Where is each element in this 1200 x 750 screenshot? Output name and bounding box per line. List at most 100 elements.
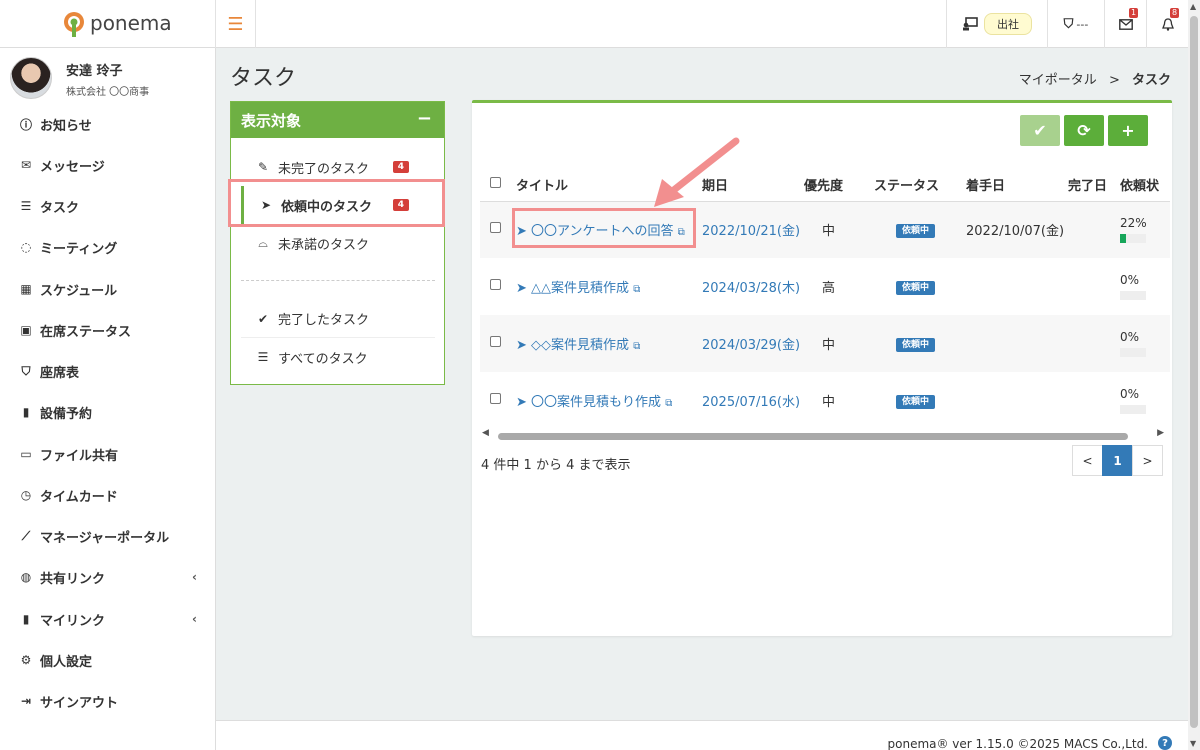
scroll-up-icon[interactable]: ▲ (1190, 2, 1196, 11)
scrollbar-thumb[interactable] (498, 433, 1128, 440)
globe-icon: ◍ (20, 570, 32, 584)
vertical-scrollbar[interactable]: ▲ ▼ (1188, 0, 1200, 750)
sidebar-item-schedule[interactable]: ▦ スケジュール (0, 269, 216, 309)
task-due-link[interactable]: 2024/03/29(金) (702, 315, 804, 372)
scrollbar-thumb[interactable] (1190, 16, 1198, 728)
sidebar-item-timecard[interactable]: ◷ タイムカード (0, 475, 216, 515)
sidebar-item-presence[interactable]: ▣ 在席ステータス (0, 310, 216, 350)
sidebar-item-label: 在席ステータス (40, 324, 132, 340)
column-header-priority[interactable]: 優先度 (804, 169, 874, 202)
chevron-left-icon: ‹ (192, 612, 197, 626)
row-checkbox[interactable] (490, 222, 501, 234)
task-title-link[interactable]: △△案件見積作成 (531, 281, 629, 296)
progress-cell: 0% (1120, 372, 1170, 429)
scroll-right-icon[interactable]: ▶ (1157, 428, 1164, 438)
pencil-icon: ✎ (257, 160, 269, 174)
filter-title: 表示対象 (241, 111, 302, 130)
collapse-button[interactable]: − (417, 108, 432, 129)
external-link-icon[interactable]: ⧉ (633, 284, 640, 295)
sidebar-item-label: タイムカード (40, 489, 118, 505)
chevron-left-icon: ‹ (192, 570, 197, 584)
breadcrumb: マイポータル > タスク (1019, 69, 1171, 88)
external-link-icon[interactable]: ⧉ (665, 398, 672, 409)
sidebar-item-seating[interactable]: ⛉ 座席表 (0, 351, 216, 391)
add-task-button[interactable]: + (1108, 115, 1148, 146)
filter-item-completed[interactable]: ✔ 完了したタスク (241, 300, 435, 338)
filter-item-label: すべてのタスク (278, 351, 368, 367)
prev-page-button[interactable]: < (1072, 445, 1103, 476)
row-checkbox[interactable] (490, 336, 501, 347)
task-list-icon: ☰ (257, 350, 269, 364)
complete-button[interactable]: ✔ (1020, 115, 1060, 146)
sidebar-item-shared-links[interactable]: ◍ 共有リンク ‹ (0, 557, 216, 597)
select-all-checkbox[interactable] (490, 177, 501, 189)
scroll-down-icon[interactable]: ▼ (1190, 739, 1196, 748)
help-icon[interactable]: ? (1158, 736, 1172, 750)
notification-button[interactable]: 8 (1146, 0, 1188, 48)
presence-icon (963, 17, 978, 31)
progress-text: 0% (1120, 387, 1140, 401)
sidebar-item-news[interactable]: ⓘ お知らせ (0, 104, 216, 144)
notification-count-badge: 8 (1170, 8, 1180, 18)
task-title-link[interactable]: 〇〇案件見積もり作成 (531, 395, 661, 410)
sidebar-item-manager[interactable]: ⟋ マネージャーポータル (0, 516, 216, 556)
page-title: タスク (230, 66, 297, 91)
filter-item-all[interactable]: ☰ すべてのタスク (241, 338, 435, 376)
task-due-link[interactable]: 2025/07/16(水) (702, 372, 804, 429)
table-header-row: タイトル 期日 優先度 ステータス 着手日 完了日 依頼状 (480, 169, 1170, 202)
seat-icon: ⛉ (21, 363, 31, 378)
user-profile[interactable]: 安達 玲子 株式会社 〇〇商事 (0, 48, 216, 104)
column-header-done[interactable]: 完了日 (1068, 169, 1120, 202)
menu-toggle-icon[interactable]: ☰ (216, 0, 256, 48)
bell-icon (1161, 17, 1174, 31)
progress-bar (1120, 405, 1146, 414)
sidebar-item-label: サインアウト (40, 695, 119, 711)
footer-text: ponema® ver 1.15.0 ©2025 MACS Co.,Ltd. (887, 737, 1149, 750)
sidebar-item-files[interactable]: ▭ ファイル共有 (0, 434, 216, 474)
task-start-date (966, 315, 1068, 372)
task-done-date (1068, 372, 1120, 429)
row-checkbox[interactable] (490, 393, 501, 404)
scroll-left-icon[interactable]: ◀ (482, 428, 489, 438)
task-priority: 中 (804, 201, 874, 258)
filter-item-unaccepted[interactable]: ⌓ 未承諾のタスク (241, 224, 435, 262)
progress-text: 22% (1120, 216, 1147, 231)
horizontal-scrollbar[interactable]: ◀ ▶ (482, 428, 1164, 441)
column-header-progress[interactable]: 依頼状 (1120, 169, 1170, 202)
presence-icon: ▣ (20, 323, 32, 337)
breadcrumb-parent[interactable]: マイポータル (1019, 73, 1097, 88)
sidebar-item-my-links[interactable]: ▮ マイリンク ‹ (0, 599, 216, 639)
task-due-link[interactable]: 2024/03/28(木) (702, 258, 804, 315)
status-badge: 依頼中 (896, 224, 936, 239)
page-1-button[interactable]: 1 (1102, 445, 1133, 476)
column-header-start[interactable]: 着手日 (966, 169, 1068, 202)
logo-text: ponema (90, 11, 172, 35)
sidebar-item-settings[interactable]: ⚙ 個人設定 (0, 640, 216, 680)
mail-count-badge: 1 (1129, 8, 1139, 18)
refresh-button[interactable]: ⟳ (1064, 115, 1104, 146)
task-title-link[interactable]: ◇◇案件見積作成 (531, 338, 629, 353)
filter-panel: 表示対象 − ✎ 未完了のタスク 4 ➤ 依頼中のタスク 4 ⌓ 未承諾のタスク… (230, 101, 445, 385)
next-page-button[interactable]: > (1132, 445, 1163, 476)
sign-out-icon: ⇥ (20, 694, 32, 708)
sidebar-item-meeting[interactable]: ◌ ミーティング (0, 227, 216, 267)
sidebar-item-reservation[interactable]: ▮ 設備予約 (0, 392, 216, 432)
attendance-status[interactable]: 出社 (946, 0, 1047, 48)
seat-indicator[interactable]: ⛉ --- (1047, 0, 1104, 48)
external-link-icon[interactable]: ⧉ (633, 341, 640, 352)
breadcrumb-current: タスク (1131, 73, 1171, 88)
info-icon: ⓘ (19, 117, 32, 132)
task-list-icon: ☰ (20, 199, 32, 213)
mail-button[interactable]: 1 (1104, 0, 1146, 48)
task-title-cell: ➤ △△案件見積作成 ⧉ (516, 258, 702, 315)
task-title-cell: ➤ 〇〇案件見積もり作成 ⧉ (516, 372, 702, 429)
sidebar-item-tasks[interactable]: ☰ タスク (0, 186, 216, 226)
table-info: 4 件中 1 から 4 まで表示 (481, 458, 631, 473)
logo[interactable]: ponema (0, 0, 216, 48)
column-header-status[interactable]: ステータス (874, 169, 966, 202)
sidebar-item-signout[interactable]: ⇥ サインアウト (0, 681, 216, 721)
row-checkbox[interactable] (490, 279, 501, 290)
sidebar-item-messages[interactable]: ✉ メッセージ (0, 145, 216, 185)
chat-icon: ◌ (20, 240, 32, 254)
table-row: ➤ ◇◇案件見積作成 ⧉ 2024/03/29(金) 中 依頼中 0% (480, 315, 1170, 372)
